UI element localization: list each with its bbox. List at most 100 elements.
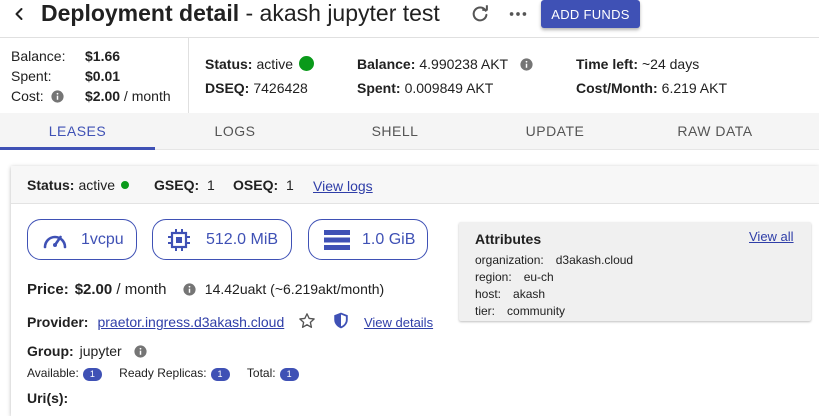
info-icon[interactable]	[183, 283, 196, 296]
status-value: active	[256, 56, 294, 72]
tab-raw-data[interactable]: RAW DATA	[635, 113, 795, 150]
cost-month-value: 6.219 AKT	[661, 80, 728, 96]
ready-replicas-badge: 1	[210, 368, 230, 381]
deployment-spent: Spent: 0.009849 AKT	[357, 79, 493, 97]
refresh-icon[interactable]	[469, 3, 491, 25]
deployment-time-left: Time left: ~24 days	[576, 55, 699, 73]
chevron-left-icon[interactable]	[9, 4, 29, 24]
speedometer-icon	[43, 235, 67, 249]
attribute-value: akash	[513, 287, 546, 301]
view-all-link[interactable]: View all	[749, 229, 794, 244]
group-label: Group:	[27, 343, 74, 359]
provider-link[interactable]: praetor.ingress.d3akash.cloud	[97, 314, 284, 330]
memory-resource-chip: 512.0 MiB	[152, 219, 292, 260]
dseq-label: DSEQ:	[205, 80, 250, 96]
info-icon[interactable]	[520, 58, 533, 71]
provider-label: Provider:	[27, 314, 89, 330]
price-label: Price:	[27, 281, 69, 298]
escrow-balance-value: $1.66	[85, 48, 121, 64]
attribute-row: region: eu-ch	[475, 270, 554, 284]
title-rest: - akash jupyter test	[239, 0, 440, 26]
uris-label: Uri(s):	[27, 390, 69, 406]
attribute-value: d3akash.cloud	[555, 253, 634, 267]
deployment-summary: Balance: $1.66 Spent: $0.01 Cost: $2.00 / m…	[0, 37, 819, 114]
attributes-title: Attributes	[475, 231, 542, 247]
available-label: Available:	[27, 366, 79, 380]
attribute-row: host: akash	[475, 287, 545, 301]
lease-card: Status: active GSEQ: 1 OSEQ: 1 View logs …	[11, 166, 819, 416]
deployment-status: Status: active	[205, 55, 315, 73]
lease-gseq: GSEQ: 1	[154, 176, 215, 194]
dseq-value: 7426428	[253, 80, 308, 96]
deployment-dseq: DSEQ: 7426428	[205, 79, 308, 97]
page-title: Deployment detail - akash jupyter test	[41, 0, 440, 27]
cost-month-label: Cost/Month:	[576, 80, 658, 96]
lease-provider: Provider: praetor.ingress.d3akash.cloud V…	[27, 311, 433, 332]
attribute-row: tier: community	[475, 304, 565, 318]
attribute-value: community	[507, 304, 566, 318]
price-detail: 14.42uakt (~6.219akt/month)	[204, 281, 385, 297]
escrow-cost-row: Cost: $2.00 / month	[11, 87, 171, 105]
price-value: $2.00	[74, 281, 113, 298]
spent-label: Spent:	[357, 80, 401, 96]
provider-attributes: Attributes View all organization: d3akash…	[459, 222, 811, 321]
lease-group: Group: jupyter	[27, 342, 147, 360]
attribute-key: host:	[475, 287, 502, 301]
available-badge: 1	[82, 368, 102, 381]
escrow-cost-value: $2.00	[85, 88, 121, 104]
attribute-value: eu-ch	[523, 270, 554, 284]
add-funds-button[interactable]: ADD FUNDS	[541, 0, 640, 28]
active-tab-indicator	[0, 147, 155, 150]
lease-price: Price: $2.00 / month 14.42uakt (~6.219akt…	[27, 280, 384, 299]
attribute-key: tier:	[475, 304, 496, 318]
lease-status-indicator	[121, 181, 130, 189]
escrow-cost-label: Cost:	[11, 88, 44, 104]
escrow-spent-label: Spent:	[11, 68, 52, 84]
info-icon[interactable]	[133, 345, 147, 358]
spent-value: 0.009849 AKT	[404, 80, 494, 96]
lease-replicas: Available: 1 Ready Replicas: 1 Total: 1	[27, 366, 299, 381]
view-logs-link[interactable]: View logs	[313, 177, 373, 195]
lease-status-label: Status:	[27, 177, 75, 193]
view-details-link[interactable]: View details	[364, 315, 433, 330]
ready-replicas-label: Ready Replicas:	[119, 366, 207, 380]
time-left-value: ~24 days	[641, 56, 700, 72]
storage-icon	[324, 230, 350, 250]
escrow-balance-row: Balance: $1.66	[11, 47, 120, 65]
escrow-summary: Balance: $1.66 Spent: $0.01 Cost: $2.00 / m…	[0, 38, 189, 114]
balance-value: 4.990238 AKT	[419, 56, 508, 72]
storage-value: 1.0 GiB	[362, 231, 416, 248]
balance-label: Balance:	[357, 56, 416, 72]
attribute-key: region:	[475, 270, 512, 284]
gseq-label: GSEQ:	[154, 177, 200, 193]
oseq-value: 1	[286, 177, 294, 193]
total-label: Total:	[246, 366, 276, 380]
escrow-balance-label: Balance:	[11, 48, 66, 64]
lease-card-header: Status: active GSEQ: 1 OSEQ: 1 View logs	[11, 166, 819, 204]
total-badge: 1	[279, 368, 299, 381]
time-left-label: Time left:	[576, 56, 638, 72]
price-unit: / month	[112, 281, 167, 298]
star-outline-icon[interactable]	[298, 312, 316, 330]
status-label: Status:	[205, 56, 253, 72]
lease-uris: Uri(s):	[27, 389, 74, 407]
oseq-label: OSEQ:	[233, 177, 279, 193]
escrow-spent-row: Spent: $0.01	[11, 67, 120, 85]
tab-shell[interactable]: SHELL	[315, 113, 475, 150]
tab-leases[interactable]: LEASES	[0, 113, 155, 150]
gseq-value: 1	[207, 177, 215, 193]
tab-update[interactable]: UPDATE	[475, 113, 635, 150]
info-icon[interactable]	[51, 90, 64, 103]
cpu-resource-chip: 1vcpu	[27, 219, 137, 260]
memory-value: 512.0 MiB	[206, 231, 279, 248]
cpu-value: 1vcpu	[81, 231, 124, 248]
more-horiz-icon[interactable]	[507, 3, 529, 25]
lease-oseq: OSEQ: 1	[233, 176, 294, 194]
attribute-key: organization:	[475, 253, 544, 267]
attribute-row: organization: d3akash.cloud	[475, 253, 633, 267]
tab-logs[interactable]: LOGS	[155, 113, 315, 150]
group-value: jupyter	[79, 343, 122, 359]
lease-status-value: active	[78, 177, 116, 193]
status-indicator	[299, 56, 315, 71]
tab-bar: LEASES LOGS SHELL UPDATE RAW DATA	[0, 113, 819, 150]
